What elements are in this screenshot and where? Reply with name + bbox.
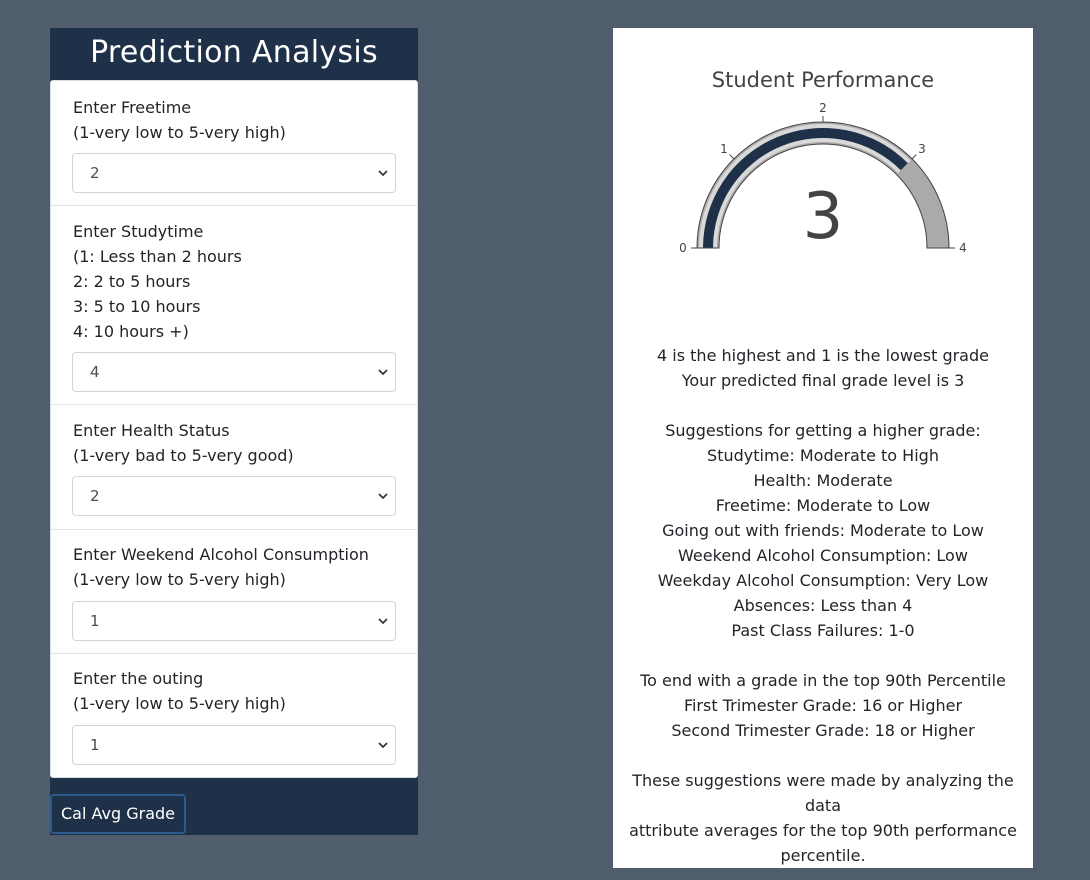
result-line: Past Class Failures: 1-0	[731, 621, 915, 640]
prediction-form-panel: Prediction Analysis Enter Freetime (1-ve…	[50, 28, 418, 835]
weekend-alcohol-group: Enter Weekend Alcohol Consumption (1-ver…	[51, 530, 417, 654]
studytime-select[interactable]: 4	[72, 352, 396, 392]
chevron-down-icon	[378, 170, 388, 177]
studytime-label: Enter Studytime	[73, 222, 204, 241]
result-line: Absences: Less than 4	[733, 596, 913, 615]
result-line: Going out with friends: Moderate to Low	[662, 521, 984, 540]
health-label: Enter Health Status	[73, 421, 230, 440]
result-line: Health: Moderate	[753, 471, 893, 490]
result-line: 4 is the highest and 1 is the lowest gra…	[657, 346, 989, 365]
gauge-tick-label: 1	[720, 142, 728, 156]
weekend-alcohol-label: Enter Weekend Alcohol Consumption	[73, 545, 369, 564]
chevron-down-icon	[378, 369, 388, 376]
results-panel: Student Performance 012343 4 is the high…	[613, 28, 1033, 868]
result-line: Weekday Alcohol Consumption: Very Low	[657, 571, 989, 590]
outing-value: 1	[90, 736, 100, 754]
result-line: Studytime: Moderate to High	[707, 446, 939, 465]
outing-hint: (1-very low to 5-very high)	[73, 694, 286, 713]
outing-group: Enter the outing (1-very low to 5-very h…	[51, 654, 417, 777]
gauge-tick-label: 3	[918, 142, 926, 156]
studytime-hint-1: (1: Less than 2 hours	[73, 247, 242, 266]
gauge-tick	[729, 154, 735, 160]
result-line	[613, 643, 1033, 668]
result-line: Second Trimester Grade: 18 or Higher	[671, 721, 975, 740]
freetime-hint: (1-very low to 5-very high)	[73, 123, 286, 142]
result-line: To end with a grade in the top 90th Perc…	[640, 671, 1006, 690]
result-line: These suggestions were made by analyzing…	[632, 771, 1014, 815]
studytime-value: 4	[90, 363, 100, 381]
chevron-down-icon	[378, 742, 388, 749]
result-line: Weekend Alcohol Consumption: Low	[678, 546, 968, 565]
studytime-hint-4: 4: 10 hours +)	[73, 322, 189, 341]
health-hint: (1-very bad to 5-very good)	[73, 446, 294, 465]
gauge-tick	[911, 154, 917, 160]
panel-title: Prediction Analysis	[90, 35, 378, 70]
result-line	[613, 393, 1033, 418]
calc-avg-grade-button[interactable]: Cal Avg Grade	[50, 794, 186, 834]
studytime-group: Enter Studytime (1: Less than 2 hours 2:…	[51, 206, 417, 405]
studytime-hint-2: 2: 2 to 5 hours	[73, 272, 191, 291]
chevron-down-icon	[378, 618, 388, 625]
result-line: Freetime: Moderate to Low	[715, 496, 931, 515]
chevron-down-icon	[378, 493, 388, 500]
freetime-group: Enter Freetime (1-very low to 5-very hig…	[51, 81, 417, 206]
outing-label: Enter the outing	[73, 669, 204, 688]
weekend-alcohol-select[interactable]: 1	[72, 601, 396, 641]
result-line: First Trimester Grade: 16 or Higher	[683, 696, 963, 715]
gauge-value: 3	[803, 180, 844, 254]
health-select[interactable]: 2	[72, 476, 396, 516]
freetime-value: 2	[90, 164, 100, 182]
result-line	[613, 743, 1033, 768]
studytime-hint-3: 3: 5 to 10 hours	[73, 297, 201, 316]
result-line: Suggestions for getting a higher grade:	[665, 421, 981, 440]
gauge-tick-label: 0	[679, 241, 687, 255]
result-text: 4 is the highest and 1 is the lowest gra…	[613, 343, 1033, 868]
gauge-tick-label: 2	[819, 101, 827, 115]
result-line: attribute averages for the top 90th perf…	[629, 821, 1017, 840]
freetime-select[interactable]: 2	[72, 153, 396, 193]
weekend-alcohol-hint: (1-very low to 5-very high)	[73, 570, 286, 589]
result-line: percentile.	[780, 846, 866, 865]
result-line: Your predicted final grade level is 3	[681, 371, 965, 390]
weekend-alcohol-value: 1	[90, 612, 100, 630]
freetime-label: Enter Freetime	[73, 98, 192, 117]
performance-gauge: 0 1 2 3 4 3	[679, 101, 967, 255]
form-card: Enter Freetime (1-very low to 5-very hig…	[50, 80, 418, 778]
health-group: Enter Health Status (1-very bad to 5-ver…	[51, 405, 417, 530]
gauge-tick-label: 4	[959, 241, 967, 255]
health-value: 2	[90, 487, 100, 505]
outing-select[interactable]: 1	[72, 725, 396, 765]
